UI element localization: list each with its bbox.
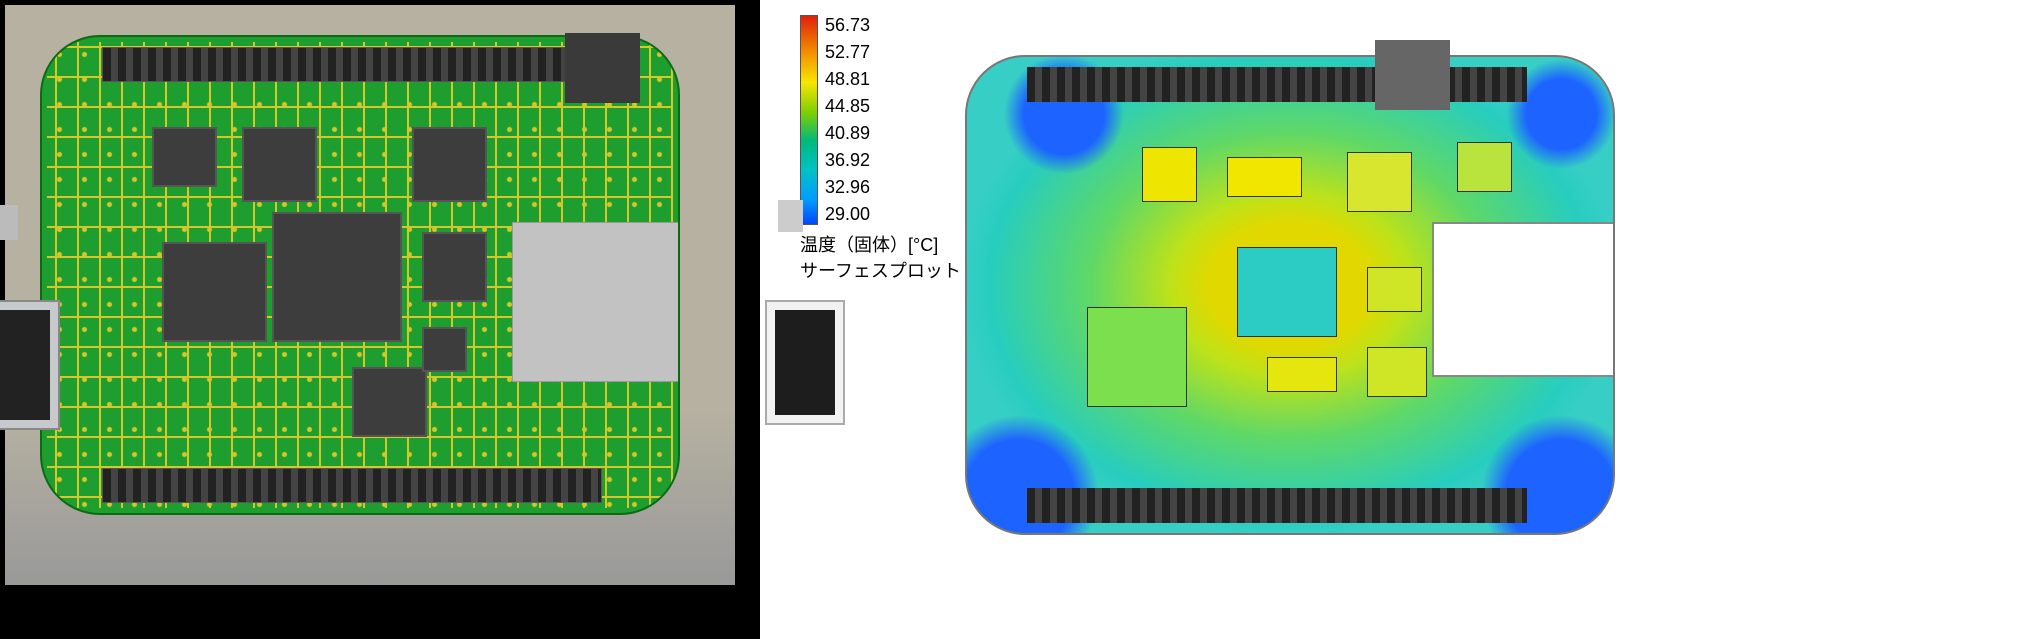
legend-tick: 48.81 (825, 66, 870, 93)
chip (412, 127, 487, 202)
chip (422, 327, 467, 372)
legend-tick: 40.89 (825, 120, 870, 147)
usb-port (0, 300, 60, 430)
chip (352, 367, 427, 437)
component-outline (1142, 147, 1197, 202)
legend-tick: 52.77 (825, 39, 870, 66)
capacitor (565, 33, 640, 103)
usb-port (765, 300, 845, 425)
chip (152, 127, 217, 187)
component-outline (1457, 142, 1512, 192)
gpio-header-bottom (102, 468, 602, 503)
component-outline (1267, 357, 1337, 392)
component-outline (1347, 152, 1412, 212)
rf-shield (512, 222, 680, 382)
chip (162, 242, 267, 342)
micro-usb-port (0, 205, 18, 240)
chip (422, 232, 487, 302)
capacitor (1375, 40, 1450, 110)
component-outline (1367, 347, 1427, 397)
component-outline-soc (1237, 247, 1337, 337)
cad-viewport[interactable] (5, 5, 735, 585)
legend-tick: 32.96 (825, 174, 870, 201)
legend-gradient (800, 15, 818, 225)
legend-tick: 29.00 (825, 201, 870, 228)
legend-tick: 56.73 (825, 12, 870, 39)
component-outline (1367, 267, 1422, 312)
micro-usb-port (778, 200, 803, 232)
chip-soc (272, 212, 402, 342)
gpio-header-top (102, 47, 602, 82)
component-outline (1227, 157, 1302, 197)
thermal-viewport[interactable]: 56.73 52.77 48.81 44.85 40.89 36.92 32.9… (790, 0, 2027, 639)
rf-shield (1432, 222, 1615, 377)
gpio-header-bottom (1027, 488, 1527, 523)
legend-tick: 44.85 (825, 93, 870, 120)
legend-tick: 36.92 (825, 147, 870, 174)
gpio-header-top (1027, 67, 1527, 102)
component-outline (1087, 307, 1187, 407)
chip (242, 127, 317, 202)
pcb-thermal (965, 55, 1615, 535)
pcb-cad (40, 35, 680, 515)
legend-ticks: 56.73 52.77 48.81 44.85 40.89 36.92 32.9… (825, 12, 870, 228)
